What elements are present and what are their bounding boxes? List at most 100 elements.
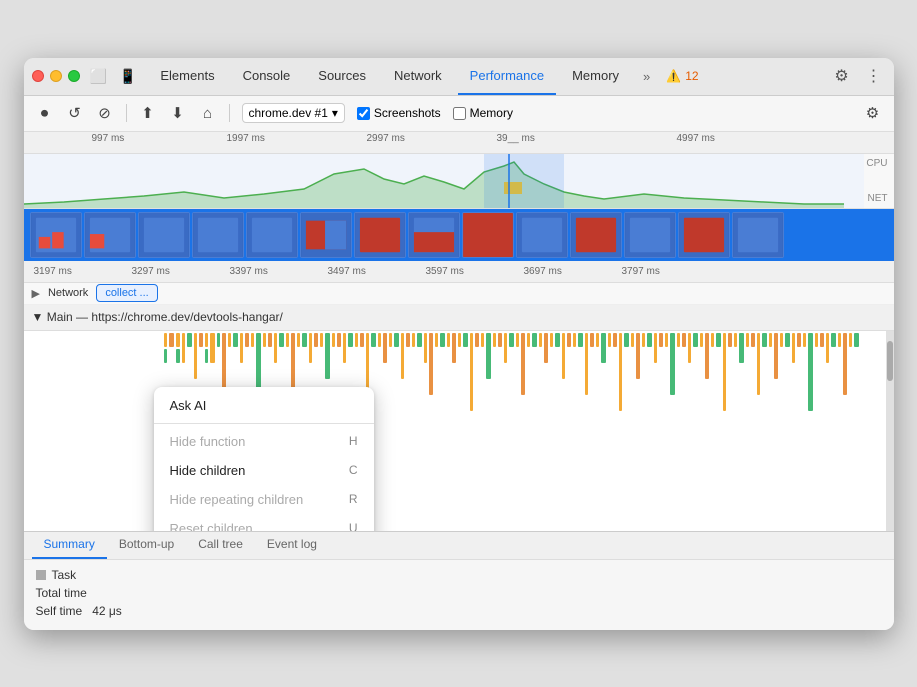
warning-badge[interactable]: ⚠️ 12 xyxy=(666,69,698,83)
hide-children-label: Hide children xyxy=(170,463,246,478)
net-label: NET xyxy=(868,193,888,204)
tl-label-4: 3497 ms xyxy=(328,266,366,277)
hide-function-shortcut: H xyxy=(349,434,358,448)
ruler-mark-2: 1997 ms xyxy=(227,133,265,144)
bottom-content: Task Total time Self time 42 μs xyxy=(24,560,894,630)
toolbar-settings-icon[interactable]: ⚙ xyxy=(860,100,886,126)
screenshot-thumb-3 xyxy=(138,212,190,258)
reset-children-label: Reset children xyxy=(170,521,253,531)
close-button[interactable] xyxy=(32,70,44,82)
hide-repeating-label: Hide repeating children xyxy=(170,492,304,507)
scroll-indicator[interactable] xyxy=(886,331,894,531)
network-expand-icon[interactable]: ▶ xyxy=(32,287,40,300)
ruler-mark-4: 39__ ms xyxy=(497,133,535,144)
devtools-mobile-icon: 📱 xyxy=(119,68,136,85)
tl-label-7: 3797 ms xyxy=(622,266,660,277)
self-time-value: 42 μs xyxy=(92,604,122,618)
ruler-mark-5: 4997 ms xyxy=(677,133,715,144)
hide-children-shortcut: C xyxy=(349,463,358,477)
ruler-mark-1: 997 ms xyxy=(92,133,125,144)
tab-icons: ⚙ ⋮ xyxy=(830,64,886,88)
context-menu-sep-1 xyxy=(154,423,374,424)
tab-performance[interactable]: Performance xyxy=(458,58,556,96)
clear-button[interactable]: ⊘ xyxy=(92,100,118,126)
screenshot-thumb-4 xyxy=(192,212,244,258)
context-menu: Ask AI Hide function H Hide children C H… xyxy=(154,387,374,531)
screenshot-thumb-13 xyxy=(678,212,730,258)
toolbar-separator-2 xyxy=(229,104,230,122)
tl-label-3: 3397 ms xyxy=(230,266,268,277)
tl-label-6: 3697 ms xyxy=(524,266,562,277)
devtools-inspect-icon: ⬜ xyxy=(90,68,107,85)
reload-record-button[interactable]: ↺ xyxy=(62,100,88,126)
recording-select[interactable]: chrome.dev #1 ▾ xyxy=(242,103,345,123)
traffic-lights xyxy=(32,70,80,82)
bottom-panel: Summary Bottom-up Call tree Event log Ta… xyxy=(24,531,894,630)
memory-checkbox[interactable] xyxy=(453,107,466,120)
bottom-tab-bottomup[interactable]: Bottom-up xyxy=(107,532,186,559)
tl-label-5: 3597 ms xyxy=(426,266,464,277)
memory-checkbox-group: Memory xyxy=(453,106,513,120)
maximize-button[interactable] xyxy=(68,70,80,82)
timeline-labels-bottom: 3197 ms 3297 ms 3397 ms 3497 ms 3597 ms … xyxy=(24,261,894,283)
network-row-label: Network xyxy=(48,287,88,299)
tab-console[interactable]: Console xyxy=(231,58,303,96)
bottom-tab-eventlog[interactable]: Event log xyxy=(255,532,329,559)
toolbar-separator-1 xyxy=(126,104,127,122)
ruler-mark-3: 2997 ms xyxy=(367,133,405,144)
ruler-marks-top: 997 ms 1997 ms 2997 ms 39__ ms 4997 ms xyxy=(32,133,886,151)
screenshot-thumb-1 xyxy=(30,212,82,258)
screenshot-thumb-8 xyxy=(408,212,460,258)
memory-label: Memory xyxy=(470,106,513,120)
tab-memory[interactable]: Memory xyxy=(560,58,631,96)
screenshot-thumb-10 xyxy=(516,212,568,258)
summary-self-time-row: Self time 42 μs xyxy=(36,604,882,618)
settings-icon[interactable]: ⚙ xyxy=(830,64,854,88)
download-button[interactable]: ⬇ xyxy=(165,100,191,126)
screenshots-checkbox[interactable] xyxy=(357,107,370,120)
scroll-thumb xyxy=(887,341,893,381)
screenshot-thumb-11 xyxy=(570,212,622,258)
tab-network[interactable]: Network xyxy=(382,58,454,96)
home-button[interactable]: ⌂ xyxy=(195,100,221,126)
tab-elements[interactable]: Elements xyxy=(148,58,226,96)
recording-name: chrome.dev #1 xyxy=(249,106,328,120)
network-row: ▶ Network collect ... xyxy=(24,283,894,305)
toolbar: ⏺ ↺ ⊘ ⬆ ⬇ ⌂ chrome.dev #1 ▾ Screenshots … xyxy=(24,96,894,132)
cpu-graph-svg xyxy=(24,154,864,209)
screenshots-label: Screenshots xyxy=(374,106,441,120)
title-bar: ⬜ 📱 Elements Console Sources Network Per… xyxy=(24,58,894,96)
devtools-window: ⬜ 📱 Elements Console Sources Network Per… xyxy=(24,58,894,630)
warning-count: 12 xyxy=(685,69,698,83)
tab-sources[interactable]: Sources xyxy=(306,58,378,96)
screenshot-thumb-12 xyxy=(624,212,676,258)
collect-button[interactable]: collect ... xyxy=(96,284,157,302)
screenshot-thumb-6 xyxy=(300,212,352,258)
screenshot-strip xyxy=(24,209,894,261)
reset-children-shortcut: U xyxy=(349,521,358,531)
summary-task-row: Task xyxy=(36,568,882,582)
record-button[interactable]: ⏺ xyxy=(32,100,58,126)
context-menu-ask-ai[interactable]: Ask AI xyxy=(154,391,374,420)
main-label: ▼ Main — https://chrome.dev/devtools-han… xyxy=(32,310,283,324)
tl-label-1: 3197 ms xyxy=(34,266,72,277)
context-menu-hide-children[interactable]: Hide children C xyxy=(154,456,374,485)
minimize-button[interactable] xyxy=(50,70,62,82)
hide-repeating-shortcut: R xyxy=(349,492,358,506)
task-icon xyxy=(36,570,46,580)
performance-area: 997 ms 1997 ms 2997 ms 39__ ms 4997 ms C… xyxy=(24,132,894,531)
upload-button[interactable]: ⬆ xyxy=(135,100,161,126)
flame-chart-header: ▼ Main — https://chrome.dev/devtools-han… xyxy=(24,305,894,331)
context-menu-hide-repeating: Hide repeating children R xyxy=(154,485,374,514)
bottom-tab-summary[interactable]: Summary xyxy=(32,532,107,559)
context-menu-reset-children: Reset children U xyxy=(154,514,374,531)
screenshot-thumb-14 xyxy=(732,212,784,258)
tl-label-2: 3297 ms xyxy=(132,266,170,277)
screenshot-thumb-5 xyxy=(246,212,298,258)
recording-dropdown-icon: ▾ xyxy=(332,106,338,120)
more-icon[interactable]: ⋮ xyxy=(862,64,886,88)
tab-overflow-button[interactable]: » xyxy=(635,69,658,84)
ask-ai-label: Ask AI xyxy=(170,398,207,413)
task-label: Task xyxy=(52,568,77,582)
bottom-tab-calltree[interactable]: Call tree xyxy=(186,532,255,559)
